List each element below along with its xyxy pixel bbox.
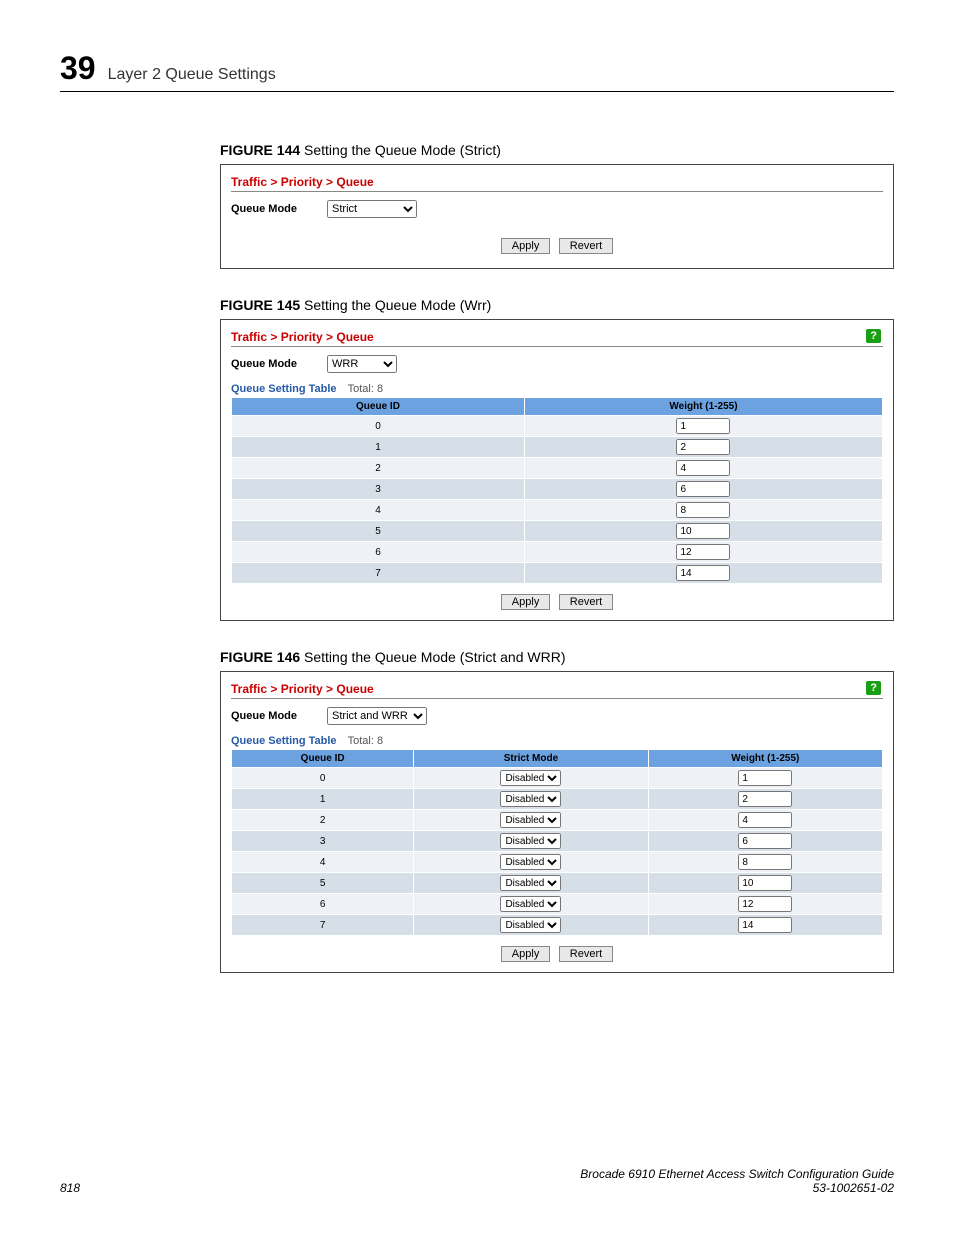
table-cell: 6 (232, 542, 525, 563)
strict-mode-select[interactable]: Disabled (500, 833, 561, 849)
figure-144-caption: Setting the Queue Mode (Strict) (304, 142, 501, 158)
help-icon[interactable]: ? (866, 681, 881, 695)
queue-setting-table: Queue ID Strict Mode Weight (1-255) 0 Dis… (231, 749, 883, 936)
breadcrumb: Traffic > Priority > Queue (231, 326, 374, 346)
col-weight: Weight (1-255) (648, 750, 882, 768)
queue-setting-table: Queue ID Weight (1-255) 0 1 2 3 4 5 6 7 (231, 397, 883, 584)
col-strict-mode: Strict Mode (414, 750, 648, 768)
help-icon[interactable]: ? (866, 329, 881, 343)
strict-mode-select[interactable]: Disabled (500, 896, 561, 912)
apply-button[interactable] (501, 946, 551, 962)
weight-input[interactable] (676, 565, 730, 581)
strict-mode-select[interactable]: Disabled (500, 875, 561, 891)
weight-input[interactable] (676, 418, 730, 434)
revert-button[interactable] (559, 594, 613, 610)
figure-145-caption: Setting the Queue Mode (Wrr) (304, 297, 491, 313)
table-cell: 7 (232, 563, 525, 584)
table-cell: 0 (232, 768, 414, 789)
col-queue-id: Queue ID (232, 750, 414, 768)
chapter-number: 39 (60, 50, 96, 87)
table-cell: 7 (232, 915, 414, 936)
table-cell: 6 (232, 894, 414, 915)
weight-input[interactable] (676, 544, 730, 560)
table-cell: 1 (232, 789, 414, 810)
weight-input[interactable] (738, 812, 792, 828)
breadcrumb: Traffic > Priority > Queue (231, 171, 883, 192)
weight-input[interactable] (738, 875, 792, 891)
table-cell: 1 (232, 437, 525, 458)
strict-mode-select[interactable]: Disabled (500, 791, 561, 807)
strict-mode-select[interactable]: Disabled (500, 854, 561, 870)
strict-mode-select[interactable]: Disabled (500, 917, 561, 933)
page-number: 818 (60, 1181, 80, 1195)
figure-146-number: FIGURE 146 (220, 649, 300, 665)
figure-146-panel: Traffic > Priority > Queue ? Queue Mode … (220, 671, 894, 973)
table-cell: 2 (232, 810, 414, 831)
header-rule (60, 91, 894, 92)
col-weight: Weight (1-255) (524, 398, 882, 416)
doc-title: Brocade 6910 Ethernet Access Switch Conf… (580, 1167, 894, 1181)
revert-button[interactable] (559, 238, 613, 254)
table-cell: 2 (232, 458, 525, 479)
queue-setting-table-title: Queue Setting Table (231, 735, 337, 747)
weight-input[interactable] (676, 481, 730, 497)
table-cell: 3 (232, 479, 525, 500)
weight-input[interactable] (676, 523, 730, 539)
queue-mode-label: Queue Mode (231, 358, 297, 370)
table-cell: 5 (232, 521, 525, 542)
figure-146-caption: Setting the Queue Mode (Strict and WRR) (304, 649, 565, 665)
weight-input[interactable] (676, 439, 730, 455)
queue-mode-label: Queue Mode (231, 710, 297, 722)
doc-number: 53-1002651-02 (580, 1181, 894, 1195)
weight-input[interactable] (738, 833, 792, 849)
table-cell: 4 (232, 852, 414, 873)
queue-setting-table-total: Total: 8 (348, 735, 383, 747)
table-cell: 5 (232, 873, 414, 894)
queue-mode-label: Queue Mode (231, 203, 297, 215)
strict-mode-select[interactable]: Disabled (500, 770, 561, 786)
weight-input[interactable] (676, 460, 730, 476)
queue-mode-select[interactable]: WRR (327, 355, 397, 373)
chapter-title: Layer 2 Queue Settings (108, 66, 276, 84)
weight-input[interactable] (738, 791, 792, 807)
figure-144-number: FIGURE 144 (220, 142, 300, 158)
queue-mode-select[interactable]: Strict and WRR (327, 707, 427, 725)
queue-mode-select[interactable]: Strict (327, 200, 417, 218)
weight-input[interactable] (738, 917, 792, 933)
figure-145-panel: Traffic > Priority > Queue ? Queue Mode … (220, 319, 894, 621)
table-cell: 4 (232, 500, 525, 521)
table-cell: 0 (232, 416, 525, 437)
figure-144-panel: Traffic > Priority > Queue Queue Mode St… (220, 164, 894, 269)
weight-input[interactable] (738, 896, 792, 912)
revert-button[interactable] (559, 946, 613, 962)
table-cell: 3 (232, 831, 414, 852)
breadcrumb: Traffic > Priority > Queue (231, 678, 374, 698)
figure-145-number: FIGURE 145 (220, 297, 300, 313)
apply-button[interactable] (501, 238, 551, 254)
weight-input[interactable] (738, 770, 792, 786)
apply-button[interactable] (501, 594, 551, 610)
weight-input[interactable] (738, 854, 792, 870)
queue-setting-table-title: Queue Setting Table (231, 383, 337, 395)
weight-input[interactable] (676, 502, 730, 518)
queue-setting-table-total: Total: 8 (348, 383, 383, 395)
strict-mode-select[interactable]: Disabled (500, 812, 561, 828)
col-queue-id: Queue ID (232, 398, 525, 416)
